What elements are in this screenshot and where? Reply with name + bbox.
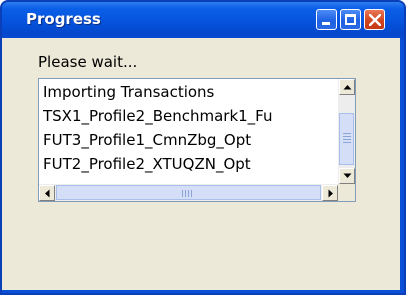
list-item[interactable]: Importing Transactions <box>43 80 333 104</box>
maximize-icon <box>345 14 356 25</box>
scroll-down-button[interactable] <box>339 168 355 184</box>
list-item[interactable]: FUT3_Profile1_CmnZbg_Opt <box>43 128 333 152</box>
arrow-up-icon <box>343 85 352 90</box>
progress-log-list[interactable]: Importing Transactions TSX1_Profile2_Ben… <box>38 78 356 202</box>
thumb-grip-line <box>343 133 351 134</box>
vertical-scroll-thumb[interactable] <box>339 113 354 165</box>
thumb-grip-line <box>185 190 186 197</box>
thumb-grip-line <box>188 190 189 197</box>
scroll-left-button[interactable] <box>39 185 55 201</box>
horizontal-scroll-thumb[interactable] <box>56 185 321 200</box>
close-button[interactable] <box>364 9 385 30</box>
title-bar[interactable]: Progress <box>2 2 404 40</box>
minimize-icon <box>322 22 330 25</box>
log-lines: Importing Transactions TSX1_Profile2_Ben… <box>43 80 333 179</box>
arrow-left-icon <box>45 189 50 198</box>
list-item[interactable]: FUT2_Profile2_XTUQZN_Opt <box>43 152 333 176</box>
horizontal-scrollbar[interactable] <box>39 184 338 201</box>
thumb-grip-line <box>343 142 351 143</box>
thumb-grip-line <box>182 190 183 197</box>
list-item[interactable]: TSX1_Profile2_Benchmark1_Fu <box>43 104 333 128</box>
arrow-down-icon <box>343 173 352 178</box>
minimize-button[interactable] <box>316 9 337 30</box>
arrow-right-icon <box>328 189 333 198</box>
maximize-button[interactable] <box>340 9 361 30</box>
scroll-up-button[interactable] <box>339 79 355 95</box>
close-icon <box>369 14 381 26</box>
vertical-scrollbar[interactable] <box>338 79 355 184</box>
scrollbar-corner <box>338 184 355 201</box>
wait-message: Please wait... <box>38 53 138 71</box>
thumb-grip-line <box>191 190 192 197</box>
thumb-grip-line <box>343 136 351 137</box>
scroll-right-button[interactable] <box>322 185 338 201</box>
thumb-grip-line <box>343 139 351 140</box>
window-title: Progress <box>26 10 101 28</box>
